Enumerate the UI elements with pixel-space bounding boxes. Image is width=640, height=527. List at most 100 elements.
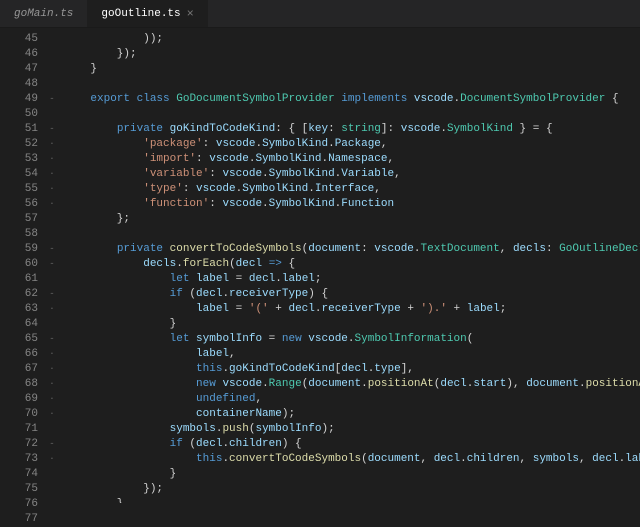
- code-line[interactable]: private convertToCodeSymbols(document: v…: [64, 242, 640, 257]
- code-line[interactable]: let label = decl.label;: [64, 272, 640, 287]
- line-number: 62: [0, 287, 38, 302]
- fold-dot-icon: [46, 467, 58, 482]
- line-number: 75: [0, 482, 38, 497]
- fold-dot-icon: [46, 62, 58, 77]
- fold-toggle-icon[interactable]: -: [46, 92, 58, 107]
- fold-toggle-icon[interactable]: -: [46, 287, 58, 302]
- line-number: 76: [0, 497, 38, 512]
- fold-dot-icon: [46, 497, 58, 512]
- code-line[interactable]: 'type': vscode.SymbolKind.Interface,: [64, 182, 640, 197]
- fold-dot-icon: ·: [46, 182, 58, 197]
- fold-dot-icon: ·: [46, 137, 58, 152]
- tab-label: goOutline.ts: [101, 8, 180, 20]
- code-line[interactable]: containerName);: [64, 407, 640, 422]
- line-number: 58: [0, 227, 38, 242]
- fold-dot-icon: [46, 212, 58, 227]
- code-line[interactable]: };: [64, 212, 640, 227]
- line-number: 45: [0, 32, 38, 47]
- fold-dot-icon: [46, 317, 58, 332]
- tab-label: goMain.ts: [14, 8, 73, 20]
- code-line[interactable]: if (decl.receiverType) {: [64, 287, 640, 302]
- line-number: 51: [0, 122, 38, 137]
- line-number: 72: [0, 437, 38, 452]
- code-line[interactable]: 'import': vscode.SymbolKind.Namespace,: [64, 152, 640, 167]
- fold-dot-icon: ·: [46, 407, 58, 422]
- fold-dot-icon: [46, 422, 58, 437]
- line-number: 74: [0, 467, 38, 482]
- code-line[interactable]: label,: [64, 347, 640, 362]
- line-number: 60: [0, 257, 38, 272]
- fold-dot-icon: [46, 77, 58, 92]
- fold-dot-icon: ·: [46, 392, 58, 407]
- line-number: 49: [0, 92, 38, 107]
- fold-dot-icon: [46, 482, 58, 497]
- code-line[interactable]: this.goKindToCodeKind[decl.type],: [64, 362, 640, 377]
- code-line[interactable]: let symbolInfo = new vscode.SymbolInform…: [64, 332, 640, 347]
- code-area[interactable]: )); }); } export class GoDocumentSymbolP…: [58, 28, 640, 503]
- tab-bar: goMain.ts goOutline.ts ×: [0, 0, 640, 28]
- fold-dot-icon: [46, 227, 58, 242]
- fold-toggle-icon[interactable]: -: [46, 257, 58, 272]
- code-line[interactable]: }: [64, 317, 640, 332]
- code-line[interactable]: }: [64, 62, 640, 77]
- code-line[interactable]: decls.forEach(decl => {: [64, 257, 640, 272]
- code-line[interactable]: undefined,: [64, 392, 640, 407]
- tab-gooutline[interactable]: goOutline.ts ×: [87, 0, 207, 27]
- code-line[interactable]: if (decl.children) {: [64, 437, 640, 452]
- line-number: 57: [0, 212, 38, 227]
- line-number: 50: [0, 107, 38, 122]
- line-number: 53: [0, 152, 38, 167]
- line-number: 68: [0, 377, 38, 392]
- line-number: 66: [0, 347, 38, 362]
- code-line[interactable]: 'function': vscode.SymbolKind.Function: [64, 197, 640, 212]
- line-number: 73: [0, 452, 38, 467]
- code-line[interactable]: this.convertToCodeSymbols(document, decl…: [64, 452, 640, 467]
- code-line[interactable]: [64, 77, 640, 92]
- fold-dot-icon: ·: [46, 347, 58, 362]
- line-number-gutter: 4546474849505152535455565758596061626364…: [0, 28, 46, 503]
- line-number: 61: [0, 272, 38, 287]
- line-number: 64: [0, 317, 38, 332]
- editor: 4546474849505152535455565758596061626364…: [0, 28, 640, 503]
- line-number: 70: [0, 407, 38, 422]
- fold-dot-icon: ·: [46, 452, 58, 467]
- code-line[interactable]: });: [64, 47, 640, 62]
- fold-toggle-icon[interactable]: -: [46, 242, 58, 257]
- code-line[interactable]: export class GoDocumentSymbolProvider im…: [64, 92, 640, 107]
- tab-gomain[interactable]: goMain.ts: [0, 0, 87, 27]
- code-line[interactable]: }: [64, 497, 640, 503]
- line-number: 63: [0, 302, 38, 317]
- line-number: 55: [0, 182, 38, 197]
- code-line[interactable]: 'variable': vscode.SymbolKind.Variable,: [64, 167, 640, 182]
- fold-gutter: --·····---·-·····-·: [46, 28, 58, 503]
- fold-dot-icon: ·: [46, 167, 58, 182]
- code-line[interactable]: new vscode.Range(document.positionAt(dec…: [64, 377, 640, 392]
- line-number: 65: [0, 332, 38, 347]
- fold-toggle-icon[interactable]: -: [46, 437, 58, 452]
- line-number: 71: [0, 422, 38, 437]
- code-line[interactable]: label = '(' + decl.receiverType + ').' +…: [64, 302, 640, 317]
- fold-dot-icon: ·: [46, 152, 58, 167]
- fold-dot-icon: [46, 272, 58, 287]
- code-line[interactable]: [64, 227, 640, 242]
- close-icon[interactable]: ×: [187, 7, 194, 21]
- fold-toggle-icon[interactable]: -: [46, 122, 58, 137]
- code-line[interactable]: private goKindToCodeKind: { [key: string…: [64, 122, 640, 137]
- line-number: 48: [0, 77, 38, 92]
- line-number: 56: [0, 197, 38, 212]
- code-line[interactable]: ));: [64, 32, 640, 47]
- fold-dot-icon: ·: [46, 362, 58, 377]
- fold-toggle-icon[interactable]: -: [46, 332, 58, 347]
- code-line[interactable]: }: [64, 467, 640, 482]
- line-number: 47: [0, 62, 38, 77]
- fold-dot-icon: ·: [46, 302, 58, 317]
- fold-dot-icon: [46, 512, 58, 527]
- code-line[interactable]: symbols.push(symbolInfo);: [64, 422, 640, 437]
- code-line[interactable]: });: [64, 482, 640, 497]
- fold-dot-icon: [46, 107, 58, 122]
- line-number: 59: [0, 242, 38, 257]
- fold-dot-icon: [46, 32, 58, 47]
- code-line[interactable]: 'package': vscode.SymbolKind.Package,: [64, 137, 640, 152]
- fold-dot-icon: [46, 47, 58, 62]
- code-line[interactable]: [64, 107, 640, 122]
